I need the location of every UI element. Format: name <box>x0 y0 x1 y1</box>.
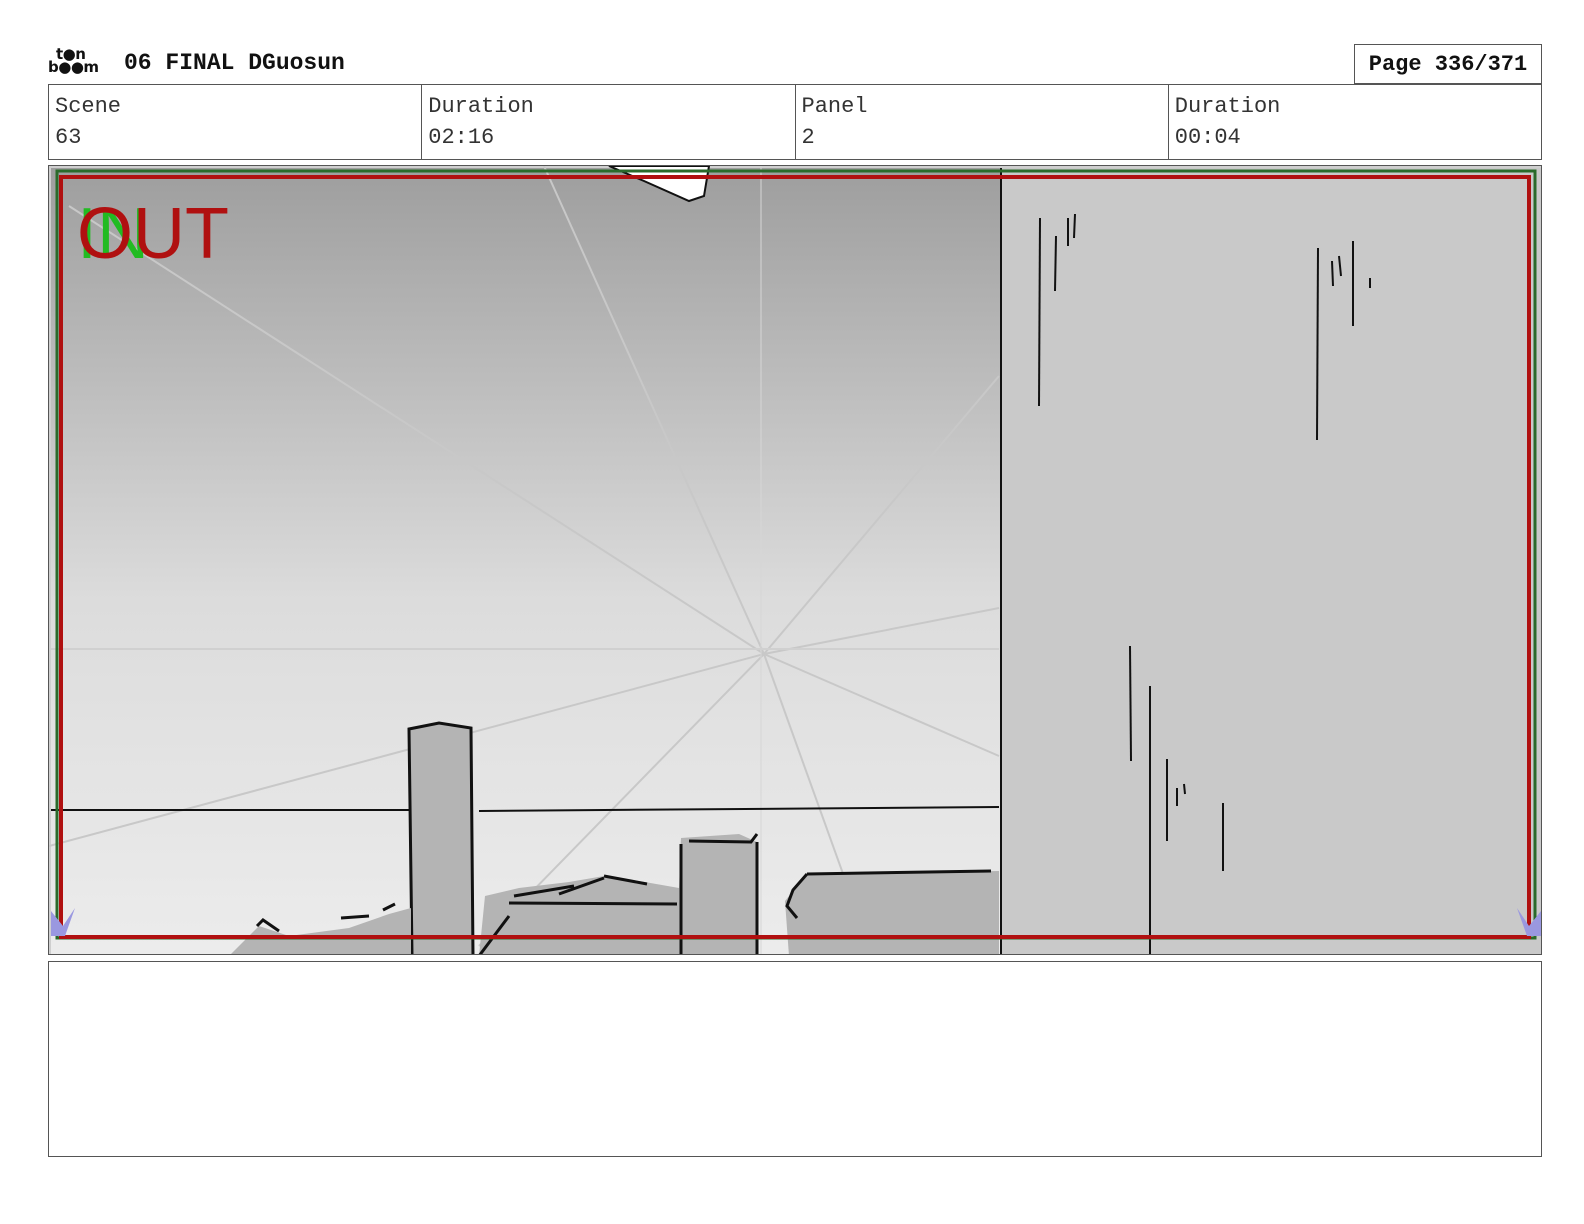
panel-duration-label: Duration <box>1174 94 1281 119</box>
panel-duration-cell: Duration 00:04 <box>1169 85 1541 159</box>
scene-value: 63 <box>55 125 82 150</box>
page-number: Page 336/371 <box>1368 51 1528 77</box>
page-header: t●n b●●m 06 FINAL DGuosun Page 336/371 <box>48 44 1542 84</box>
out-marker-label: OUT <box>77 194 229 274</box>
scene-duration-value: 02:16 <box>428 125 495 150</box>
tower-building <box>407 721 475 954</box>
scene-cell: Scene 63 <box>49 85 423 159</box>
panel-drawing <box>49 166 1541 954</box>
warehouse-building <box>785 871 999 954</box>
panel-label: Panel <box>801 94 868 119</box>
page-number-box: Page 336/371 <box>1354 44 1542 84</box>
in-out-markers: IN OUT <box>77 194 257 274</box>
panel-value: 2 <box>801 125 815 150</box>
panel-notes-box <box>48 961 1542 1157</box>
scene-duration-label: Duration <box>428 94 534 119</box>
panel-duration-value: 00:04 <box>1174 125 1241 150</box>
toon-boom-logo: t●n b●●m <box>48 47 106 80</box>
scene-label: Scene <box>55 94 122 119</box>
panel-cell: Panel 2 <box>796 85 1169 159</box>
foreground-wall <box>1001 168 1541 954</box>
scene-duration-cell: Duration 02:16 <box>422 85 796 159</box>
storyboard-panel-image: IN OUT <box>48 165 1542 955</box>
logo-line-2: b●●m <box>48 58 99 76</box>
project-title: 06 FINAL DGuosun <box>124 50 345 76</box>
scene-info-bar: Scene 63 Duration 02:16 Panel 2 Duration… <box>48 84 1542 160</box>
